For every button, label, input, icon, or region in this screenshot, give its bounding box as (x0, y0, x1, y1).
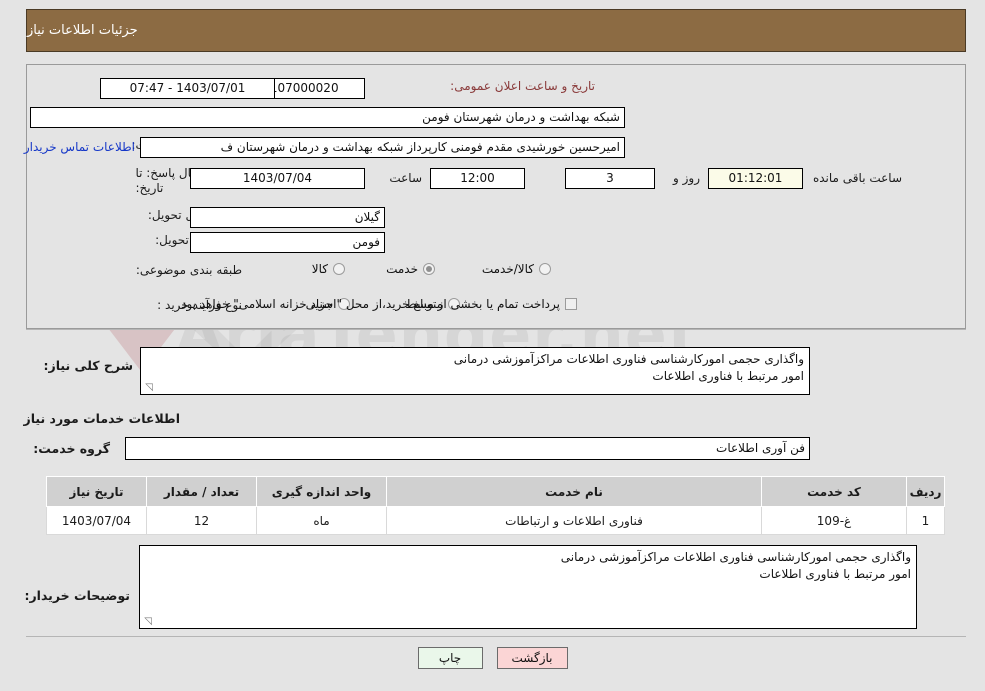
col-unit: واحد اندازه گیری (256, 476, 387, 507)
service-group-label: گروه خدمت: (33, 441, 110, 456)
service-group-field[interactable]: فن آوری اطلاعات (125, 437, 810, 460)
province-field[interactable]: گیلان (190, 207, 385, 228)
footer-divider (26, 636, 966, 637)
remaining-days-field[interactable]: 3 (565, 168, 655, 189)
public-announce-row: تاریخ و ساعت اعلان عمومی: (450, 79, 595, 94)
need-info-panel (26, 64, 966, 329)
treasury-checkbox-label: پرداخت تمام یا بخشی از مبلغ خرید،از محل … (177, 297, 560, 311)
services-table: ردیف کد خدمت نام خدمت واحد اندازه گیری ت… (46, 476, 945, 535)
treasury-checkbox-group[interactable]: پرداخت تمام یا بخشی از مبلغ خرید،از محل … (177, 297, 577, 311)
services-table-wrap: ردیف کد خدمت نام خدمت واحد اندازه گیری ت… (46, 476, 945, 535)
buyer-contact-link[interactable]: اطلاعات تماس خریدار (24, 140, 135, 154)
cell-quantity: 12 (146, 506, 257, 535)
col-service-code: کد خدمت (761, 476, 907, 507)
remaining-days-label: روز و (673, 171, 700, 185)
category-option-kala-khedmat-label: کالا/خدمت (481, 262, 534, 276)
radio-kala-khedmat-icon[interactable] (539, 263, 551, 275)
page-root: AriaTender.net جزئیات اطلاعات نیاز شماره… (0, 0, 985, 691)
category-option-khedmat-label: خدمت (386, 262, 418, 276)
treasury-checkbox-icon[interactable] (565, 298, 577, 310)
cell-need-date: 1403/07/04 (46, 506, 147, 535)
cell-unit: ماه (256, 506, 387, 535)
table-header-row: ردیف کد خدمت نام خدمت واحد اندازه گیری ت… (46, 476, 945, 507)
print-button[interactable]: چاپ (417, 647, 483, 669)
buyer-notes-resize-grip-icon[interactable]: ◹ (142, 617, 152, 627)
buyer-notes-line-1: واگذاری حجمی امورکارشناسی فناوری اطلاعات… (560, 550, 911, 564)
cell-row-no: 1 (906, 506, 945, 535)
category-option-khedmat[interactable]: خدمت (386, 262, 435, 276)
buyer-notes-label: توضیحات خریدار: (24, 588, 130, 603)
summary-line-1: واگذاری حجمی امورکارشناسی فناوری اطلاعات… (453, 352, 804, 366)
col-row-no: ردیف (906, 476, 945, 507)
cell-service-code: غ-109 (761, 506, 907, 535)
summary-textarea[interactable]: واگذاری حجمی امورکارشناسی فناوری اطلاعات… (140, 347, 810, 395)
deadline-time-label: ساعت (389, 171, 422, 185)
deadline-date-field[interactable]: 1403/07/04 (190, 168, 365, 189)
resize-grip-icon[interactable]: ◹ (143, 383, 153, 393)
radio-kala-icon[interactable] (333, 263, 345, 275)
public-announce-label: تاریخ و ساعت اعلان عمومی: (450, 79, 595, 93)
category-option-kala[interactable]: کالا (312, 262, 345, 276)
category-label: طبقه بندی موضوعی: (135, 263, 242, 277)
page-title-bar: جزئیات اطلاعات نیاز (26, 9, 966, 52)
summary-label: شرح کلی نیاز: (43, 358, 133, 373)
requester-field[interactable]: امیرحسین خورشیدی مقدم فومنی کارپرداز شبک… (140, 137, 625, 158)
city-field[interactable]: فومن (190, 232, 385, 253)
page-title: جزئیات اطلاعات نیاز (27, 23, 138, 38)
category-option-kala-label: کالا (311, 262, 328, 276)
deadline-time-field[interactable]: 12:00 (430, 168, 525, 189)
buyer-org-field[interactable]: شبکه بهداشت و درمان شهرستان فومن (30, 107, 625, 128)
summary-line-2: امور مرتبط با فناوری اطلاعات (652, 369, 804, 383)
category-option-kala-khedmat[interactable]: کالا/خدمت (482, 262, 551, 276)
col-need-date: تاریخ نیاز (46, 476, 147, 507)
buyer-notes-textarea[interactable]: واگذاری حجمی امورکارشناسی فناوری اطلاعات… (139, 545, 917, 629)
remaining-time-field[interactable]: 01:12:01 (708, 168, 803, 189)
back-button[interactable]: بازگشت (496, 647, 568, 669)
remaining-time-label: ساعت باقی مانده (812, 171, 902, 185)
col-service-name: نام خدمت (386, 476, 762, 507)
category-row: طبقه بندی موضوعی: (136, 263, 242, 278)
panel-divider-top (26, 329, 966, 330)
buyer-notes-line-2: امور مرتبط با فناوری اطلاعات (759, 567, 911, 581)
col-quantity: تعداد / مقدار (146, 476, 257, 507)
radio-khedmat-icon[interactable] (423, 263, 435, 275)
public-announce-field[interactable]: 1403/07/01 - 07:47 (100, 78, 275, 99)
cell-service-name: فناوری اطلاعات و ارتباطات (386, 506, 762, 535)
footer-button-bar: بازگشت چاپ (0, 647, 985, 669)
table-row[interactable]: 1 غ-109 فناوری اطلاعات و ارتباطات ماه 12… (46, 506, 945, 535)
services-heading: اطلاعات خدمات مورد نیاز (23, 411, 181, 426)
